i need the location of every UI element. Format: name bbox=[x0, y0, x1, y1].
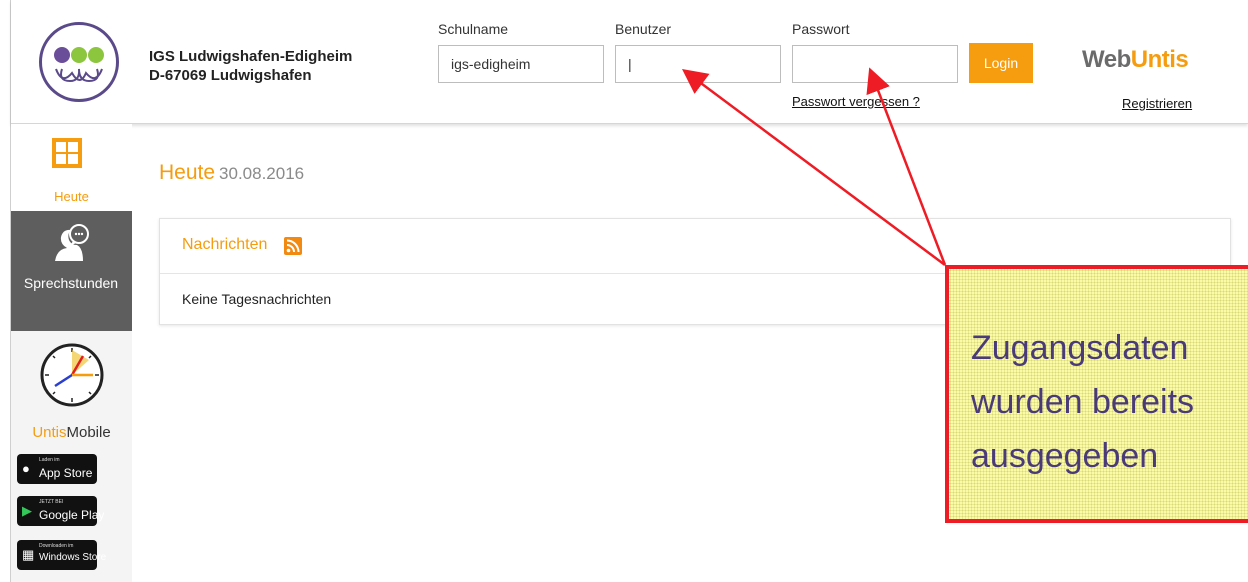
annotation-arrows bbox=[681, 67, 947, 267]
arrow-to-user bbox=[681, 69, 946, 267]
